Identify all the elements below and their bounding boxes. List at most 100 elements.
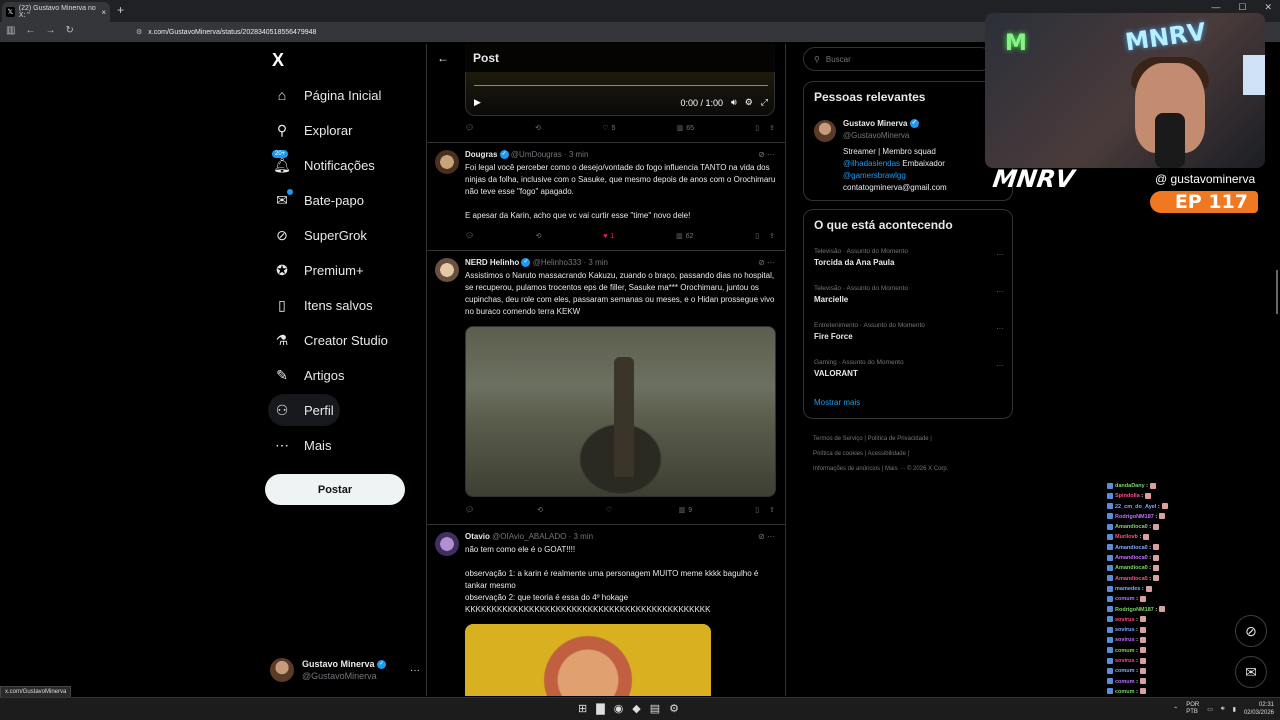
x-logo-icon[interactable]: X <box>272 50 284 71</box>
trend-more-icon[interactable]: ··· <box>996 287 1004 296</box>
author-name[interactable]: Otavio <box>465 532 490 541</box>
tweet-time[interactable]: 3 min <box>588 258 608 267</box>
file-explorer-icon[interactable]: ▇ <box>596 702 604 715</box>
tweet-more-icon[interactable]: ⊘ ··· <box>758 150 775 159</box>
tweet-more-icon[interactable]: ⊘ ··· <box>758 532 775 541</box>
app-icon[interactable]: ◆ <box>632 702 640 715</box>
new-tab-button[interactable]: + <box>117 3 124 17</box>
video-progress-bar[interactable] <box>474 85 768 86</box>
play-icon[interactable]: ▶ <box>474 97 481 108</box>
nav-item-bookmarks[interactable]: ▯ Itens salvos <box>268 289 379 321</box>
author-handle[interactable]: @Helinho333 <box>533 258 582 267</box>
nav-item-creator-studio[interactable]: ⚗ Creator Studio <box>268 324 394 356</box>
author-handle[interactable]: @OIAvio_ABALADO <box>492 532 566 541</box>
avatar[interactable] <box>435 532 459 556</box>
footer-link[interactable]: Política de Privacidade <box>868 436 929 442</box>
footer-link[interactable]: Política de cookies <box>813 451 863 457</box>
volume-icon[interactable]: 🔊︎ <box>731 97 737 108</box>
trend-item[interactable]: Televisão · Assunto do Momento Torcida d… <box>814 248 1004 267</box>
search-input[interactable]: ⚲ Buscar <box>803 47 993 71</box>
repost-icon[interactable]: ⟲ <box>535 124 541 132</box>
nav-item-chat[interactable]: ✉ Bate-papo <box>268 184 370 216</box>
reply-tweet[interactable]: Otavio @OIAvio_ABALADO · 3 min ⊘ ··· não… <box>427 526 785 626</box>
nav-item-notifications[interactable]: 🔔︎ 20+ Notificações <box>268 149 381 181</box>
forward-icon[interactable]: → <box>45 25 55 36</box>
share-icon[interactable]: ⇪ <box>769 506 775 514</box>
grok-fab-icon[interactable]: ⊘ <box>1235 615 1267 647</box>
account-switcher[interactable]: Gustavo Minerva ✓ @GustavoMinerva ··· <box>270 654 420 686</box>
reply-icon[interactable]: 💬︎ <box>465 506 474 514</box>
repost-icon[interactable]: ⟲ <box>537 506 543 514</box>
bio-link[interactable]: @ilhadaslendas <box>843 159 900 168</box>
clock-time[interactable]: 02:31 <box>1259 702 1274 708</box>
show-more-link[interactable]: Mostrar mais <box>814 398 860 407</box>
like-button[interactable]: ♥ 1 <box>603 233 614 240</box>
bookmark-icon[interactable]: ▯ <box>755 232 759 240</box>
tray-arrow-icon[interactable]: ⌃ <box>1173 706 1178 713</box>
nav-item-premium[interactable]: ✪ Premium+ <box>268 254 370 286</box>
fullscreen-icon[interactable]: ⤢ <box>761 97 768 108</box>
sidebar-toggle-icon[interactable]: ▥ <box>6 25 15 36</box>
views-button[interactable]: ▥ 9 <box>679 506 693 515</box>
reload-icon[interactable]: ↻ <box>65 25 73 36</box>
browser-tab[interactable]: 𝕏 (22) Gustavo Minerva no X: " × <box>2 2 110 22</box>
trend-item[interactable]: Entretenimento · Assunto do Momento Fire… <box>814 322 1004 341</box>
person-name[interactable]: Gustavo Minerva <box>843 119 907 128</box>
repost-icon[interactable]: ⟲ <box>536 232 542 240</box>
bio-link[interactable]: @gamersbrawlgg <box>843 170 1008 182</box>
lang-label[interactable]: PTB <box>1186 709 1198 715</box>
back-icon[interactable]: ← <box>25 25 35 36</box>
back-arrow-icon[interactable]: ← <box>437 51 449 65</box>
nav-item-supergrok[interactable]: ⊘ SuperGrok <box>268 219 373 251</box>
tweet-time[interactable]: 3 min <box>573 532 593 541</box>
minimize-icon[interactable]: — <box>1211 2 1220 13</box>
like-button[interactable]: ♡ 5 <box>602 124 615 133</box>
share-icon[interactable]: ⇪ <box>769 124 775 132</box>
views-button[interactable]: ▥ 65 <box>677 124 694 133</box>
reply-icon[interactable]: 💬︎ <box>465 232 474 240</box>
views-button[interactable]: ▥ 62 <box>676 232 693 241</box>
url-field[interactable]: ⚙ x.com/GustavoMinerva/status/2028340518… <box>136 25 316 39</box>
avatar[interactable] <box>435 150 459 174</box>
footer-link[interactable]: Mais ··· <box>885 466 905 472</box>
trend-more-icon[interactable]: ··· <box>996 324 1004 333</box>
person-handle[interactable]: @GustavoMinerva <box>843 131 909 140</box>
close-window-icon[interactable]: ✕ <box>1264 2 1272 13</box>
author-name[interactable]: Dougras <box>465 150 497 159</box>
tab-close-button[interactable]: × <box>101 8 106 17</box>
share-icon[interactable]: ⇪ <box>769 232 775 240</box>
tweet-media-image[interactable] <box>465 624 711 696</box>
avatar[interactable] <box>435 258 459 282</box>
messages-fab-icon[interactable]: ✉ <box>1235 656 1267 688</box>
notes-icon[interactable]: ▤ <box>650 702 660 715</box>
clock-date[interactable]: 02/03/2026 <box>1244 710 1274 716</box>
tweet-time[interactable]: 3 min <box>569 150 589 159</box>
lang-label[interactable]: POR <box>1186 702 1199 708</box>
bookmark-icon[interactable]: ▯ <box>755 124 759 132</box>
post-button[interactable]: Postar <box>265 474 405 505</box>
bookmark-icon[interactable]: ▯ <box>755 506 759 514</box>
author-handle[interactable]: @UmDougras <box>511 150 562 159</box>
nav-item-explore[interactable]: ⚲ Explorar <box>268 114 358 146</box>
nav-item-more[interactable]: ⋯ Mais <box>268 429 337 461</box>
battery-icon[interactable]: ▮ <box>1233 706 1236 713</box>
footer-link[interactable]: Informações de anúncios <box>813 466 880 472</box>
footer-link[interactable]: Termos de Serviço <box>813 436 863 442</box>
author-name[interactable]: NERD Helinho <box>465 258 519 267</box>
tweet-media-image[interactable] <box>465 326 776 497</box>
network-icon[interactable]: ▭ <box>1207 706 1213 713</box>
trend-item[interactable]: Gaming · Assunto do Momento VALORANT ··· <box>814 359 1004 378</box>
reply-icon[interactable]: 💬︎ <box>465 124 474 132</box>
volume-tray-icon[interactable]: 🔊︎ <box>1221 706 1225 713</box>
nav-item-profile[interactable]: ⚇ Perfil <box>268 394 340 426</box>
scrollbar[interactable] <box>1276 270 1278 314</box>
firefox-icon[interactable]: ◉ <box>614 702 624 715</box>
windows-start-icon[interactable]: ⊞ <box>578 702 587 715</box>
settings-app-icon[interactable]: ⚙ <box>669 702 679 715</box>
like-button[interactable]: ♡ <box>606 506 615 514</box>
settings-icon[interactable]: ⚙ <box>745 97 753 108</box>
maximize-icon[interactable]: ☐ <box>1238 2 1246 13</box>
footer-link[interactable]: Acessibilidade <box>868 451 906 457</box>
trend-more-icon[interactable]: ··· <box>996 361 1004 370</box>
account-more-icon[interactable]: ··· <box>410 665 420 676</box>
